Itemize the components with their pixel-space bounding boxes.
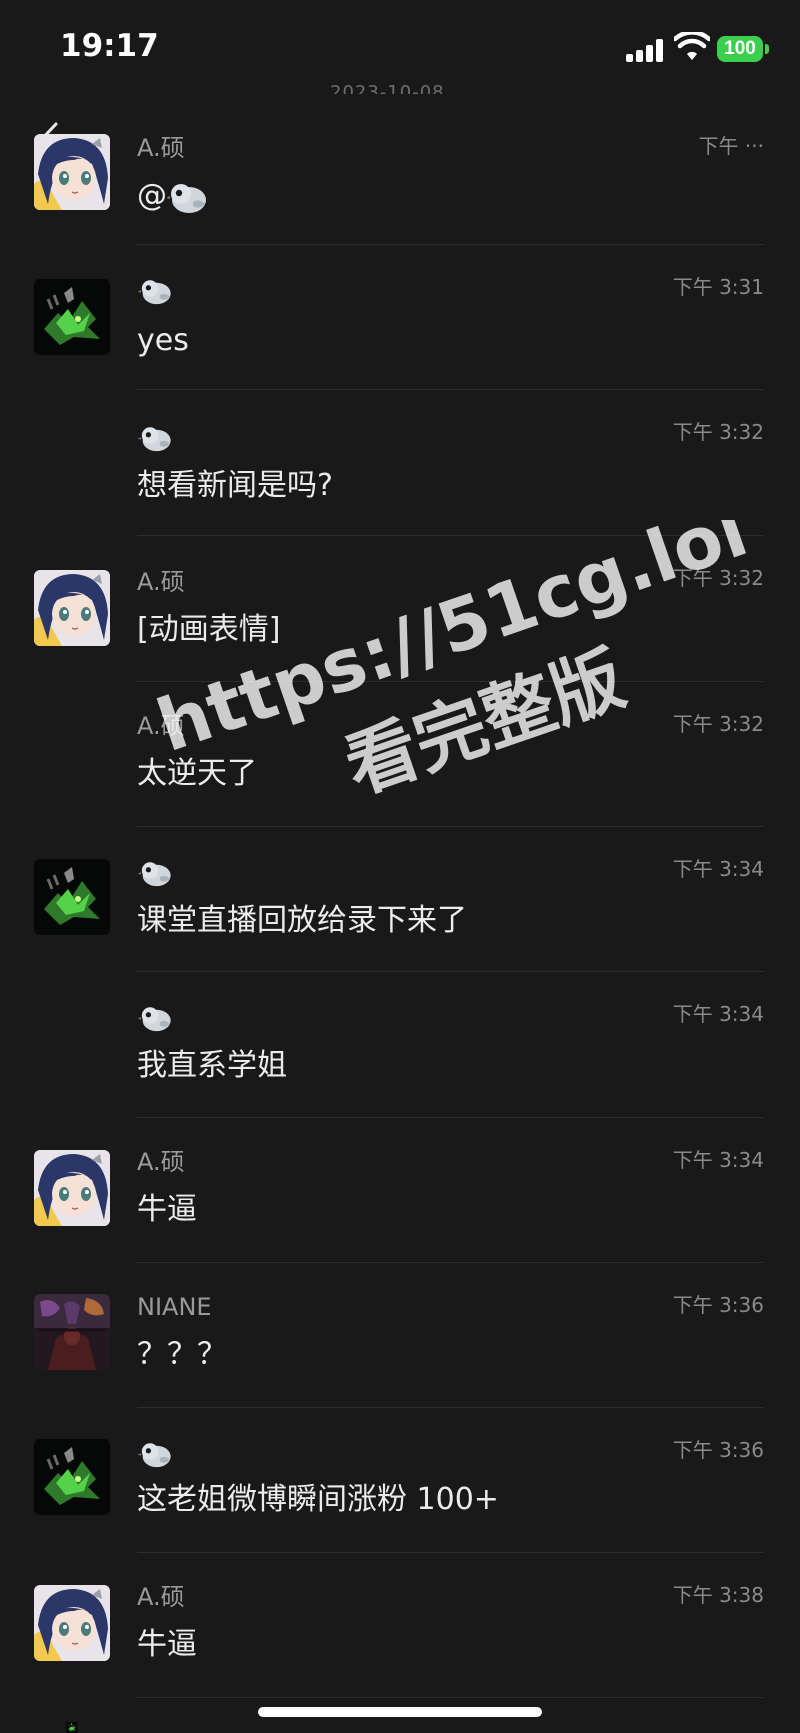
message-text: 课堂直播回放给录下来了: [137, 903, 467, 938]
message-text: 我直系学姐: [137, 1048, 287, 1083]
message-time: 下午 3:34: [672, 1148, 764, 1172]
battery-icon: 100: [717, 36, 763, 62]
message-time: 下午 3:32: [672, 566, 764, 590]
sender-name: A.硕: [137, 568, 185, 596]
divider: [137, 244, 764, 245]
sender-name: NIANE: [137, 1293, 212, 1321]
divider: [137, 1697, 764, 1698]
message-text: yes: [137, 323, 189, 358]
home-indicator[interactable]: [258, 1707, 542, 1717]
avatar[interactable]: [34, 134, 110, 210]
sender-name: A.硕: [137, 1148, 185, 1176]
message-text: 想看新闻是吗?: [137, 468, 333, 503]
battery-tip: [765, 44, 769, 54]
bird-emoji-icon: [167, 180, 207, 214]
avatar[interactable]: [34, 279, 110, 355]
message-time: 下午 3:31: [672, 275, 764, 299]
message-text-value: @: [137, 178, 167, 213]
status-time: 19:17: [60, 28, 159, 64]
message-time: 下午 3:38: [672, 1583, 764, 1607]
avatar[interactable]: [34, 859, 110, 935]
cellular-signal-icon: [626, 38, 666, 62]
bird-emoji-icon: [138, 277, 172, 305]
bird-emoji-icon: [138, 1004, 172, 1032]
message-time: 下午 3:32: [672, 712, 764, 736]
message-time: 下午 3:32: [672, 420, 764, 444]
divider: [137, 1117, 764, 1118]
message-text: ？？？: [137, 1337, 227, 1372]
sender-name: A.硕: [137, 134, 185, 162]
message-text: 太逆天了: [137, 756, 257, 791]
message-time: 下午 3:36: [672, 1438, 764, 1462]
avatar[interactable]: [34, 1585, 110, 1661]
divider: [137, 389, 764, 390]
divider: [137, 681, 764, 682]
wifi-icon: [674, 32, 710, 60]
message-text: 这老姐微博瞬间涨粉 100+: [137, 1482, 499, 1517]
message-text: 牛逼: [137, 1627, 197, 1662]
watermark-caption: 看完整版: [335, 636, 635, 809]
bird-emoji-icon: [138, 424, 172, 452]
divider: [137, 1262, 764, 1263]
message-text: [动画表情]: [137, 612, 281, 647]
message-text: 牛逼: [137, 1192, 197, 1227]
avatar[interactable]: [34, 570, 110, 646]
divider: [137, 1552, 764, 1553]
message-text: @: [137, 174, 207, 218]
message-time: 下午 ···: [698, 134, 764, 158]
divider: [137, 971, 764, 972]
message-time: 下午 3:34: [672, 857, 764, 881]
divider: [137, 1407, 764, 1408]
avatar[interactable]: [34, 1294, 110, 1370]
divider: [137, 535, 764, 536]
message-time: 下午 3:36: [672, 1293, 764, 1317]
avatar[interactable]: [34, 1722, 110, 1733]
avatar[interactable]: [34, 1150, 110, 1226]
divider: [137, 826, 764, 827]
date-separator: 2023-10-08: [330, 82, 445, 94]
avatar[interactable]: [34, 1439, 110, 1515]
bird-emoji-icon: [138, 1440, 172, 1468]
sender-name: A.硕: [137, 1583, 185, 1611]
message-time: 下午 3:34: [672, 1002, 764, 1026]
bird-emoji-icon: [138, 859, 172, 887]
sender-name: A.硕: [137, 712, 185, 740]
